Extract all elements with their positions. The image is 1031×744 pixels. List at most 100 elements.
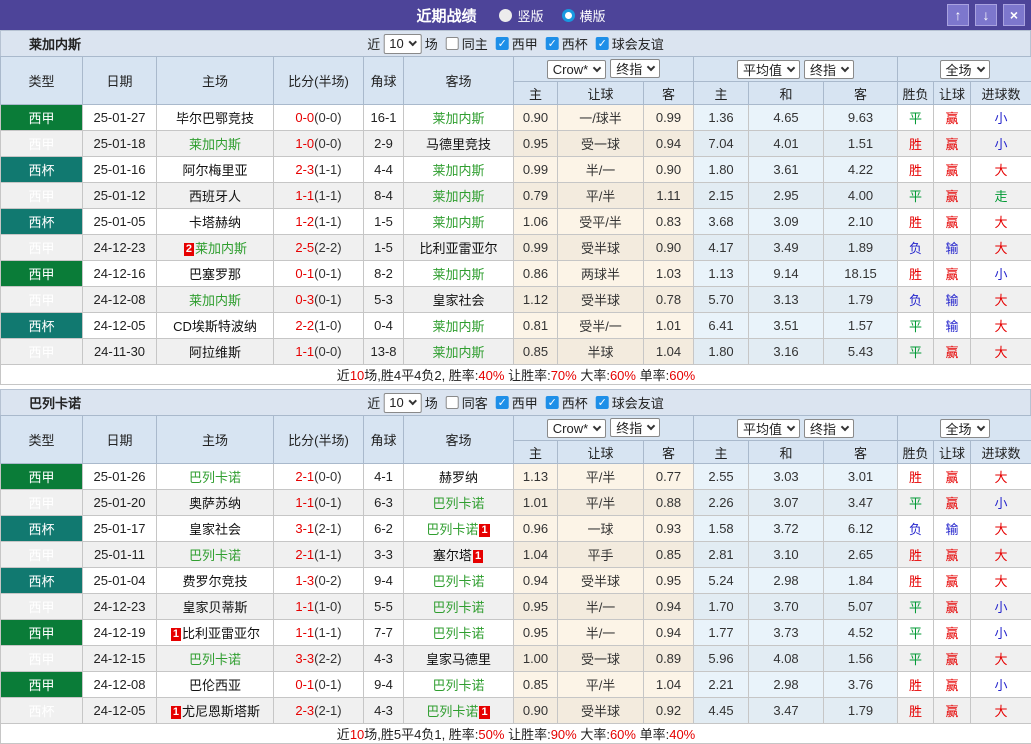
league-filter-label: 西甲 <box>512 393 538 412</box>
summary-stat-label: 近 <box>337 727 350 742</box>
sub-column-header: 胜负 <box>898 82 934 105</box>
layout-radio-vertical[interactable]: 竖版 <box>499 6 543 25</box>
checkbox-checked[interactable]: ✓ <box>596 396 609 409</box>
odds-away: 0.94 <box>644 594 694 620</box>
result-goals: 大 <box>971 698 1031 724</box>
odds-source-header: Crow*终指 <box>514 416 694 441</box>
result-goals: 大 <box>971 157 1031 183</box>
half-time-score: (0-1) <box>314 266 341 281</box>
dropdown-selected-value: 终指 <box>810 419 836 438</box>
away-team-cell: 巴列卡诺 <box>404 672 514 698</box>
dropdown-selected-value: 全场 <box>946 60 972 79</box>
half-time-score: (0-0) <box>314 136 341 151</box>
team-name-text: 莱加内斯 <box>432 319 484 334</box>
dropdown-select[interactable]: 平均值 <box>737 60 800 79</box>
summary-stat-label: 让胜率: <box>504 368 550 383</box>
team-name-text: 莱加内斯 <box>432 163 484 178</box>
date-cell: 24-12-23 <box>83 235 157 261</box>
checkbox-checked[interactable]: ✓ <box>546 37 559 50</box>
match-row: 西甲24-12-23皇家贝蒂斯1-1(1-0)5-5巴列卡诺0.95半/一0.9… <box>1 594 1031 620</box>
radio-label-vertical: 竖版 <box>517 6 543 25</box>
team-name-text: 巴列卡诺 <box>189 470 241 485</box>
page-title: 近期战绩 <box>416 5 476 26</box>
checkbox-checked[interactable]: ✓ <box>496 396 509 409</box>
result-winlose: 平 <box>898 490 934 516</box>
column-header: 客场 <box>404 416 514 464</box>
summary-stat-label: 大率: <box>577 727 610 742</box>
move-up-button[interactable]: ↑ <box>947 4 969 26</box>
match-row: 西甲24-12-16巴塞罗那0-1(0-1)8-2莱加内斯0.86两球半1.03… <box>1 261 1031 287</box>
dropdown-select[interactable]: Crow* <box>547 419 606 438</box>
radio-button-icon[interactable] <box>562 9 575 22</box>
away-team-cell: 塞尔塔1 <box>404 542 514 568</box>
home-team-cell: CD埃斯特波纳 <box>157 313 274 339</box>
handicap-line: 受半球 <box>558 287 644 313</box>
checkbox-unchecked[interactable] <box>446 396 459 409</box>
dropdown-select[interactable]: 平均值 <box>737 419 800 438</box>
dropdown-selected-value: 10 <box>389 36 403 51</box>
full-time-score: 2-3 <box>295 162 314 177</box>
avg-home: 1.80 <box>694 157 749 183</box>
result-winlose: 平 <box>898 105 934 131</box>
score-cell: 1-1(1-0) <box>274 594 364 620</box>
dropdown-select[interactable]: 终指 <box>610 418 660 437</box>
home-team-cell: 奥萨苏纳 <box>157 490 274 516</box>
away-team-cell: 马德里竞技 <box>404 131 514 157</box>
dropdown-select[interactable]: 终指 <box>610 59 660 78</box>
chevron-down-icon <box>976 422 984 430</box>
result-winlose: 胜 <box>898 698 934 724</box>
layout-radio-horizontal[interactable]: 横版 <box>562 6 606 25</box>
checkbox-unchecked[interactable] <box>446 37 459 50</box>
result-handicap: 赢 <box>934 672 971 698</box>
radio-button-icon[interactable] <box>499 9 512 22</box>
full-time-score: 1-1 <box>295 188 314 203</box>
move-down-button[interactable]: ↓ <box>975 4 997 26</box>
corner-cell: 9-4 <box>364 568 404 594</box>
dropdown-select[interactable]: 终指 <box>804 60 854 79</box>
dropdown-select[interactable]: 终指 <box>804 419 854 438</box>
odds-home: 0.85 <box>514 672 558 698</box>
close-button[interactable]: × <box>1003 4 1025 26</box>
avg-away: 5.07 <box>824 594 898 620</box>
league-cell: 西甲 <box>1 620 83 646</box>
full-time-score: 0-3 <box>295 292 314 307</box>
date-cell: 25-01-04 <box>83 568 157 594</box>
avg-away: 2.10 <box>824 209 898 235</box>
score-cell: 3-1(2-1) <box>274 516 364 542</box>
full-time-score: 2-5 <box>295 240 314 255</box>
dropdown-select[interactable]: 全场 <box>940 60 990 79</box>
section-header: 莱加内斯近10场同主✓西甲✓西杯✓球会友谊 <box>0 30 1031 56</box>
match-row: 西甲24-12-232莱加内斯2-5(2-2)1-5比利亚雷亚尔0.99受半球0… <box>1 235 1031 261</box>
summary-row: 近10场,胜4平4负2, 胜率:40% 让胜率:70% 大率:60% 单率:60… <box>1 365 1031 385</box>
avg-home: 1.58 <box>694 516 749 542</box>
league-cell: 西甲 <box>1 339 83 365</box>
half-time-score: (0-1) <box>314 677 341 692</box>
result-handicap: 赢 <box>934 261 971 287</box>
dropdown-select[interactable]: 10 <box>383 393 421 413</box>
team-name-text: 巴列卡诺 <box>426 522 478 537</box>
home-team-cell: 巴伦西亚 <box>157 672 274 698</box>
result-winlose: 胜 <box>898 672 934 698</box>
away-team-cell: 巴列卡诺1 <box>404 698 514 724</box>
dropdown-select[interactable]: Crow* <box>547 60 606 79</box>
result-winlose: 负 <box>898 287 934 313</box>
team-name-text: 莱加内斯 <box>189 293 241 308</box>
checkbox-checked[interactable]: ✓ <box>496 37 509 50</box>
avg-draw: 3.10 <box>749 542 824 568</box>
score-cell: 2-3(2-1) <box>274 698 364 724</box>
checkbox-checked[interactable]: ✓ <box>596 37 609 50</box>
result-goals: 走 <box>971 183 1031 209</box>
match-row: 西甲24-12-08巴伦西亚0-1(0-1)9-4巴列卡诺0.85平/半1.04… <box>1 672 1031 698</box>
sub-column-header: 主 <box>694 441 749 464</box>
handicap-line: 受半球 <box>558 568 644 594</box>
team-name-text: 巴列卡诺 <box>432 678 484 693</box>
dropdown-select[interactable]: 全场 <box>940 419 990 438</box>
checkbox-checked[interactable]: ✓ <box>546 396 559 409</box>
result-winlose: 负 <box>898 235 934 261</box>
full-time-score: 1-3 <box>295 573 314 588</box>
match-row: 西杯25-01-16阿尔梅里亚2-3(1-1)4-4莱加内斯0.99半/一0.9… <box>1 157 1031 183</box>
dropdown-select[interactable]: 10 <box>383 34 421 54</box>
column-header: 类型 <box>1 57 83 105</box>
corner-cell: 6-3 <box>364 490 404 516</box>
team-name-text: 马德里竞技 <box>426 137 491 152</box>
